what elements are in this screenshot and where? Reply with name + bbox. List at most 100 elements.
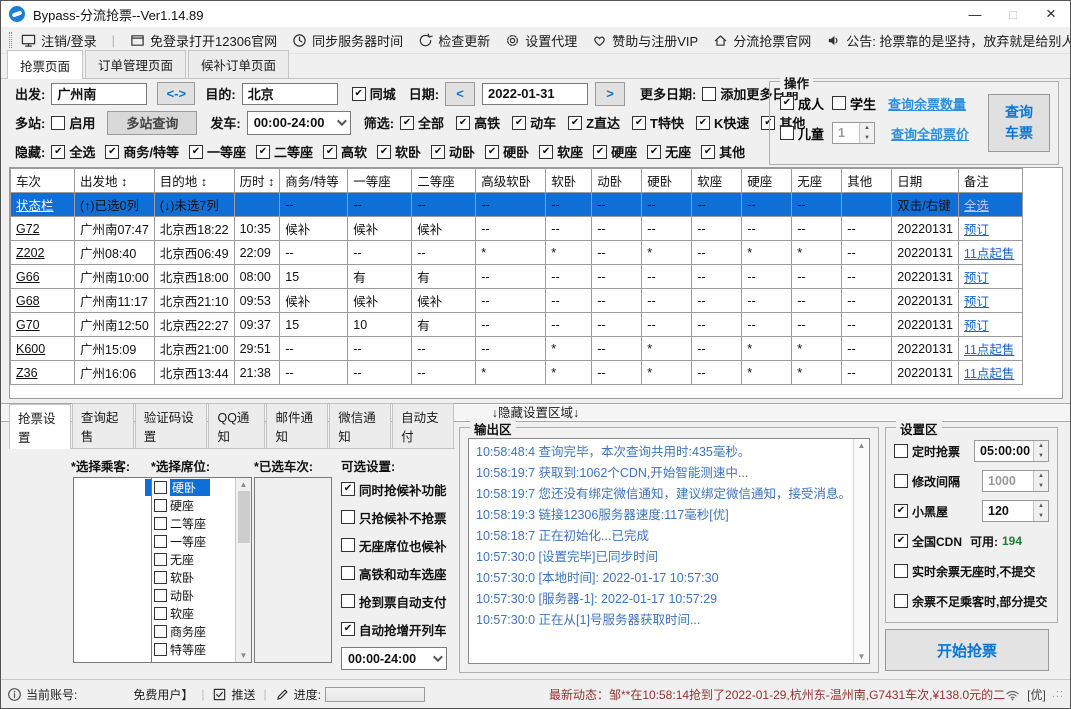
date-next-button[interactable]: >	[595, 81, 626, 106]
depart-time-select[interactable]: 00:00-24:00	[246, 110, 351, 135]
scroll-up-icon[interactable]	[858, 441, 866, 450]
table-row[interactable]: K600 广州15:09 北京西21:00 29:51 -- -- -- -- * -- * -- * *…	[10, 336, 1034, 361]
push-label[interactable]: 推送	[231, 686, 255, 703]
hide-checkbox-item[interactable]: 一等座	[188, 142, 246, 161]
adult-checkbox-item[interactable]: 成人	[780, 94, 824, 113]
main-tab[interactable]: 订单管理页面	[85, 50, 187, 78]
column-header[interactable]: 动卧	[591, 168, 643, 193]
train-link[interactable]: K600	[16, 342, 45, 356]
checkbox[interactable]	[832, 96, 847, 110]
column-header[interactable]: 车次	[10, 168, 75, 193]
column-header[interactable]: 软座	[691, 168, 743, 193]
grab-time-range-select[interactable]: 00:00-24:00	[341, 647, 447, 670]
train-link[interactable]: G70	[16, 318, 40, 332]
hide-checkbox-item[interactable]: 硬座	[593, 142, 637, 161]
hide-checkbox-item[interactable]: 硬卧	[485, 142, 529, 161]
column-header[interactable]: 二等座	[411, 168, 477, 193]
child-count-spinner[interactable]: 1	[832, 122, 876, 144]
checkbox[interactable]	[780, 126, 794, 140]
checkbox[interactable]	[568, 115, 583, 130]
checkbox[interactable]	[431, 144, 446, 159]
checkbox[interactable]	[894, 594, 908, 608]
checkbox[interactable]	[894, 444, 908, 458]
child-checkbox-item[interactable]: 儿童	[780, 124, 824, 143]
spin-up-icon[interactable]	[1034, 441, 1048, 451]
spin-up-icon[interactable]	[860, 123, 875, 133]
toolbar-item[interactable]: 分流抢票官网	[713, 31, 811, 50]
hide-checkbox-item[interactable]: 无座	[647, 142, 691, 161]
train-link[interactable]: G72	[16, 222, 40, 236]
timed-grab-spinner[interactable]: 05:00:00	[974, 440, 1049, 462]
checkbox[interactable]	[780, 96, 794, 110]
spin-down-icon[interactable]	[1034, 451, 1048, 461]
resize-grip[interactable]: .::	[1052, 688, 1064, 700]
option-checkbox-item[interactable]: 抢到票自动支付	[341, 587, 455, 615]
settings-tab[interactable]: 验证码设置	[134, 403, 208, 448]
checkbox[interactable]	[154, 480, 167, 494]
settings-tab[interactable]: 邮件通知	[266, 403, 329, 448]
checkbox[interactable]	[105, 144, 120, 159]
seat-option[interactable]: 硬座	[152, 496, 235, 514]
column-header[interactable]: 无座	[791, 168, 843, 193]
option-checkbox-item[interactable]: 同时抢候补功能	[341, 475, 455, 503]
multi-enable-checkbox-item[interactable]: 启用	[51, 113, 95, 132]
column-header[interactable]: 高级软卧	[475, 168, 547, 193]
checkbox[interactable]	[154, 516, 167, 530]
seat-option[interactable]: 一等座	[152, 532, 235, 550]
spin-up-icon[interactable]	[1034, 471, 1048, 481]
seat-option[interactable]: 软卧	[152, 568, 235, 586]
seat-option[interactable]: 无座	[152, 550, 235, 568]
note-link[interactable]: 预订	[964, 271, 989, 285]
checkbox[interactable]	[512, 115, 527, 130]
blackroom-spinner[interactable]: 120	[982, 500, 1049, 522]
toolbar-drag-handle[interactable]	[9, 32, 12, 48]
settings-tab[interactable]: QQ通知	[208, 403, 266, 448]
note-link[interactable]: 11点起售	[964, 367, 1014, 381]
maximize-button[interactable]: □	[994, 1, 1032, 27]
toolbar-item[interactable]: 赞助与注册VIP	[592, 31, 698, 50]
partial-submit-row[interactable]: 余票不足乘客时,部分提交	[886, 586, 1057, 616]
note-link[interactable]: 预订	[964, 295, 989, 309]
date-input[interactable]: 2022-01-31	[482, 82, 589, 105]
checkbox[interactable]	[154, 642, 167, 656]
filter-checkbox-item[interactable]: K快速	[696, 113, 749, 132]
note-link[interactable]: 11点起售	[964, 247, 1014, 261]
column-header[interactable]: 其他	[841, 168, 893, 193]
checkbox[interactable]	[154, 498, 167, 512]
seat-option[interactable]: 特等座	[152, 640, 235, 658]
checkbox[interactable]	[377, 144, 392, 159]
table-row[interactable]: G70 广州南12:50 北京西22:27 09:37 15 10 有 -- -- -- -- -- -…	[10, 312, 1034, 337]
table-row[interactable]: Z36 广州16:06 北京西13:44 21:38 -- -- -- * * -- * -- * * --…	[10, 360, 1034, 385]
query-price-link[interactable]: 查询全部票价	[891, 124, 969, 143]
toolbar-item[interactable]: 设置代理	[505, 31, 577, 50]
checkbox[interactable]	[51, 115, 66, 130]
note-link[interactable]: 预订	[964, 319, 989, 333]
checkbox[interactable]	[341, 482, 355, 496]
multi-station-query-button[interactable]: 多站查询	[107, 110, 198, 135]
settings-tab[interactable]: 查询起售	[71, 403, 134, 448]
train-link[interactable]: Z202	[16, 246, 45, 260]
spin-down-icon[interactable]	[860, 133, 875, 143]
hide-checkbox-item[interactable]: 高软	[323, 142, 367, 161]
close-button[interactable]: ×	[1032, 1, 1070, 27]
toolbar-item[interactable]: 注销/登录	[21, 31, 97, 50]
table-row[interactable]: G66 广州南10:00 北京西18:00 08:00 15 有有 -- -- -- -- -- --…	[10, 264, 1034, 289]
depart-input[interactable]: 广州南	[51, 82, 148, 105]
checkbox[interactable]	[400, 115, 415, 130]
toolbar-item[interactable]: 免登录打开12306官网	[130, 31, 277, 50]
train-link[interactable]: 状态栏	[16, 199, 54, 213]
query-ticket-button[interactable]: 查询 车票	[988, 94, 1050, 152]
train-link[interactable]: G66	[16, 270, 40, 284]
checkbox[interactable]	[632, 115, 647, 130]
checkbox[interactable]	[593, 144, 608, 159]
toolbar-item[interactable]: 检查更新	[418, 31, 490, 50]
student-checkbox-item[interactable]: 学生	[832, 94, 876, 113]
note-link[interactable]: 全选	[964, 199, 989, 213]
main-tab[interactable]: 抢票页面	[7, 50, 84, 79]
checkbox[interactable]	[894, 474, 908, 488]
checkbox[interactable]	[351, 86, 366, 101]
column-header[interactable]: 历时 ↕	[233, 168, 281, 193]
hide-checkbox-item[interactable]: 软座	[539, 142, 583, 161]
hide-checkbox-item[interactable]: 其他	[701, 142, 745, 161]
hide-checkbox-item[interactable]: 全选	[51, 142, 95, 161]
